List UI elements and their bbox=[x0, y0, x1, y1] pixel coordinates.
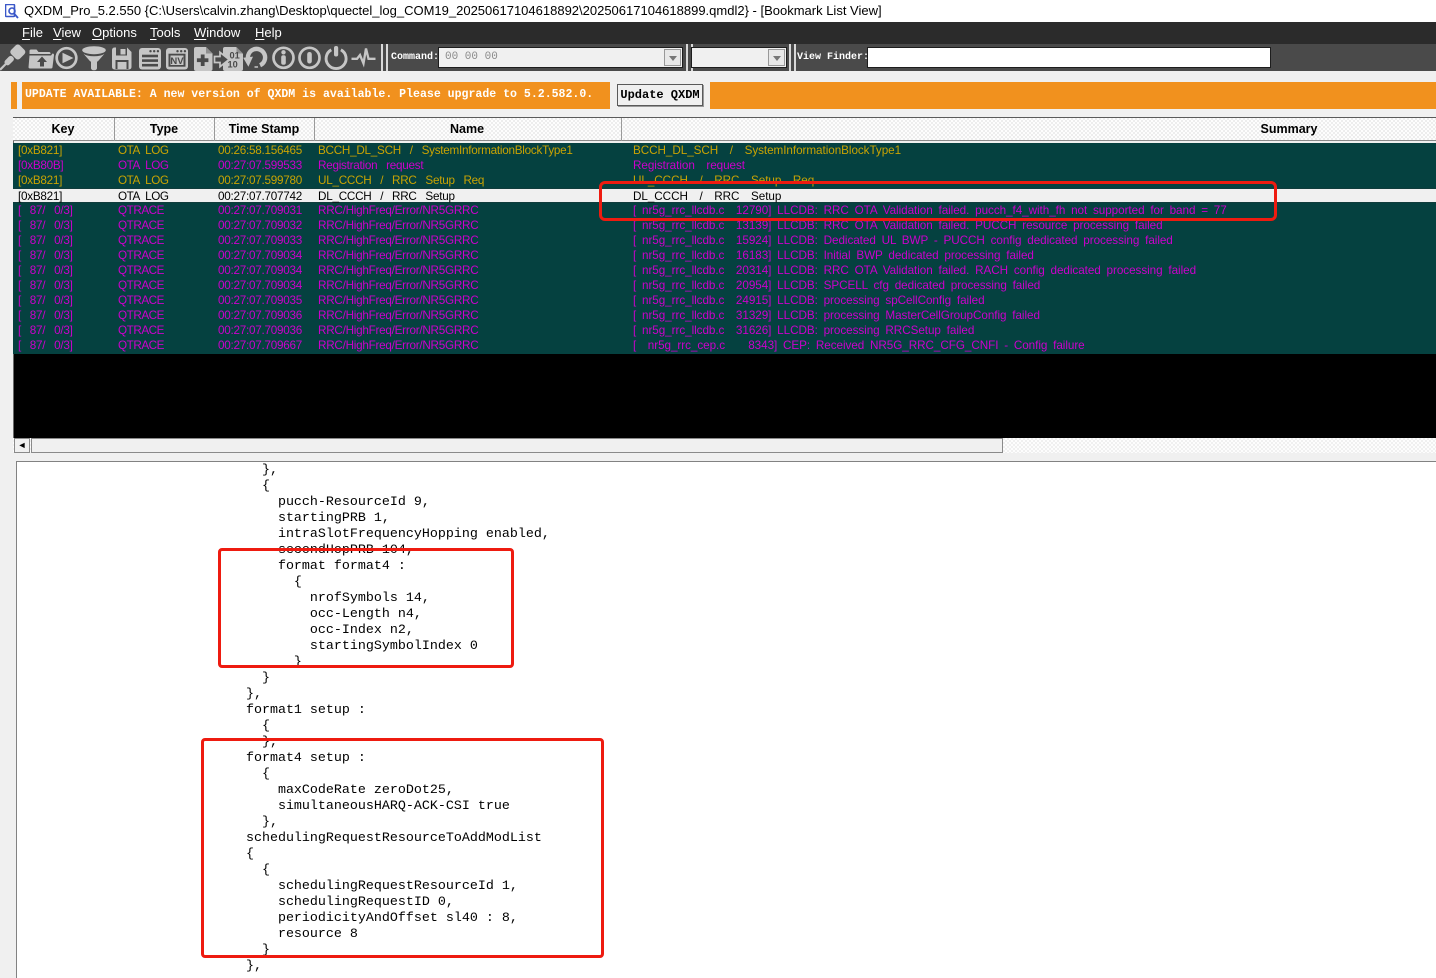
svg-text:NV: NV bbox=[170, 56, 184, 67]
svg-text:10: 10 bbox=[228, 60, 238, 70]
